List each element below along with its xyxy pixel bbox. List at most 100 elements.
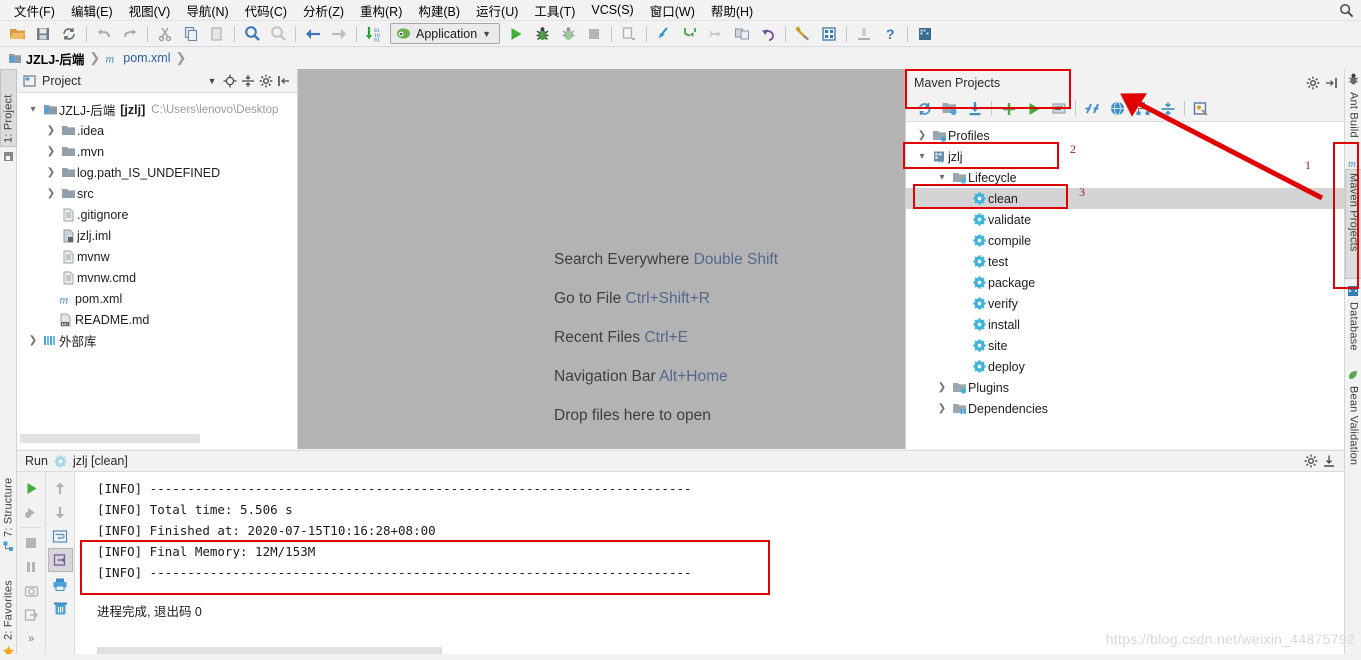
maven-row-compile[interactable]: compile <box>906 230 1344 251</box>
dump-threads-icon[interactable] <box>19 579 44 603</box>
compile-icon[interactable]: 01 10 01 <box>361 23 387 45</box>
menu-item-code[interactable]: 代码(C) <box>237 0 295 22</box>
tree-row-logpath[interactable]: ❯ log.path_IS_UNDEFINED <box>17 162 297 183</box>
add-maven-project-icon[interactable] <box>996 98 1021 120</box>
hide-icon[interactable] <box>1322 74 1340 92</box>
breadcrumb-file[interactable]: m pom.xml <box>105 51 173 65</box>
project-structure-icon[interactable] <box>816 23 842 45</box>
maven-row-profiles[interactable]: ❯ Profiles <box>906 125 1344 146</box>
sidebar-item-ant-build[interactable]: Ant Build <box>1345 89 1361 151</box>
sidebar-item-structure[interactable]: 7: Structure <box>0 454 17 540</box>
maven-row-validate[interactable]: validate <box>906 209 1344 230</box>
maven-row-dependencies[interactable]: ❯ Dependencies <box>906 398 1344 419</box>
run-tab-label[interactable]: jzlj [clean] <box>73 454 128 468</box>
sync-icon[interactable] <box>56 23 82 45</box>
execute-goal-icon[interactable] <box>1046 98 1071 120</box>
help-icon[interactable]: ? <box>877 23 903 45</box>
commit-icon[interactable] <box>677 23 703 45</box>
tree-row-readme[interactable]: MD README.md <box>17 309 297 330</box>
chevron-right-icon[interactable]: ❯ <box>934 403 950 414</box>
tree-row-iml[interactable]: jzlj.iml <box>17 225 297 246</box>
sidebar-item-favorites[interactable]: 2: Favorites <box>0 557 17 643</box>
run-configuration-selector[interactable]: Application ▼ <box>390 23 501 44</box>
generate-sources-icon[interactable] <box>937 98 962 120</box>
back-icon[interactable] <box>300 23 326 45</box>
chevron-down-icon[interactable]: ▾ <box>914 151 930 162</box>
scroll-to-end-icon[interactable] <box>47 548 73 572</box>
menu-item-view[interactable]: 视图(V) <box>121 0 179 22</box>
tree-row-pomxml[interactable]: m pom.xml <box>17 288 297 309</box>
menu-item-window[interactable]: 窗口(W) <box>642 0 703 22</box>
tree-row-mvn[interactable]: ❯ .mvn <box>17 141 297 162</box>
cut-icon[interactable] <box>152 23 178 45</box>
run-maven-build-icon[interactable] <box>1021 98 1046 120</box>
menu-item-vcs[interactable]: VCS(S) <box>583 1 641 19</box>
debug-icon[interactable] <box>529 23 555 45</box>
download-sources-icon[interactable] <box>962 98 987 120</box>
maven-row-install[interactable]: install <box>906 314 1344 335</box>
maven-row-plugins[interactable]: ❯ Plugins <box>906 377 1344 398</box>
more-icon[interactable]: » <box>19 627 44 651</box>
stop-icon[interactable] <box>19 531 44 555</box>
print-icon[interactable] <box>48 572 73 596</box>
chevron-right-icon[interactable]: ❯ <box>43 167 59 178</box>
run-icon[interactable] <box>503 23 529 45</box>
settings-icon[interactable] <box>790 23 816 45</box>
maven-row-verify[interactable]: verify <box>906 293 1344 314</box>
update-project-icon[interactable] <box>651 23 677 45</box>
soft-wrap-icon[interactable] <box>48 524 73 548</box>
maven-row-lifecycle[interactable]: ▾ Lifecycle <box>906 167 1344 188</box>
chevron-right-icon[interactable]: ❯ <box>25 335 41 346</box>
maven-row-test[interactable]: test <box>906 251 1344 272</box>
scrollbar-track[interactable] <box>20 434 285 443</box>
down-icon[interactable] <box>48 500 73 524</box>
menu-item-navigate[interactable]: 导航(N) <box>178 0 236 22</box>
tree-row-mvnwcmd[interactable]: mvnw.cmd <box>17 267 297 288</box>
maven-row-deploy[interactable]: deploy <box>906 356 1344 377</box>
project-horizontal-scrollbar[interactable] <box>20 434 285 443</box>
chevron-right-icon[interactable]: ❯ <box>43 188 59 199</box>
undo-icon[interactable] <box>91 23 117 45</box>
maven-row-clean[interactable]: clean <box>906 188 1344 209</box>
maven-row-site[interactable]: site <box>906 335 1344 356</box>
save-all-icon[interactable] <box>30 23 56 45</box>
chevron-right-icon[interactable]: ❯ <box>43 125 59 136</box>
maven-row-package[interactable]: package <box>906 272 1344 293</box>
sidebar-item-project[interactable]: 1: Project <box>0 69 17 147</box>
push-icon[interactable] <box>703 23 729 45</box>
search-icon[interactable] <box>1339 3 1354 18</box>
rollback-icon[interactable] <box>755 23 781 45</box>
collapse-all-icon[interactable] <box>1155 98 1180 120</box>
sidebar-item-bean-validation[interactable]: Bean Validation <box>1345 383 1361 479</box>
gear-icon[interactable] <box>1302 452 1320 470</box>
tree-row-idea[interactable]: ❯ .idea <box>17 120 297 141</box>
gear-icon[interactable] <box>257 72 275 90</box>
sdk-icon[interactable] <box>851 23 877 45</box>
tree-row-external-libraries[interactable]: ❯ 外部库 <box>17 330 297 351</box>
collapse-all-icon[interactable] <box>239 72 257 90</box>
tree-row-src[interactable]: ❯ src <box>17 183 297 204</box>
chevron-down-icon[interactable]: ▾ <box>25 104 41 115</box>
rerun-failed-icon[interactable] <box>19 500 44 524</box>
redo-icon[interactable] <box>117 23 143 45</box>
menu-item-tools[interactable]: 工具(T) <box>526 0 583 22</box>
sidebar-item-database[interactable]: Database <box>1345 299 1361 361</box>
export-icon[interactable] <box>19 603 44 627</box>
locate-icon[interactable] <box>221 72 239 90</box>
database-icon[interactable] <box>912 23 938 45</box>
editor-empty-area[interactable]: Search Everywhere Double Shift Go to Fil… <box>298 69 905 449</box>
gear-icon[interactable] <box>1304 74 1322 92</box>
maven-tree[interactable]: ❯ Profiles ▾ m jzlj ▾ Lifecycle clean va… <box>906 122 1344 419</box>
menu-item-build[interactable]: 构建(B) <box>410 0 468 22</box>
replace-icon[interactable] <box>265 23 291 45</box>
chevron-right-icon[interactable]: ❯ <box>914 130 930 141</box>
scrollbar-thumb[interactable] <box>20 434 200 443</box>
paste-icon[interactable] <box>204 23 230 45</box>
build-project-icon[interactable] <box>616 23 642 45</box>
up-icon[interactable] <box>48 476 73 500</box>
menu-item-refactor[interactable]: 重构(R) <box>352 0 410 22</box>
toggle-offline-icon[interactable] <box>1105 98 1130 120</box>
find-icon[interactable] <box>239 23 265 45</box>
breadcrumb-project[interactable]: JZLJ-后端 <box>8 49 87 68</box>
maven-row-jzlj[interactable]: ▾ m jzlj <box>906 146 1344 167</box>
